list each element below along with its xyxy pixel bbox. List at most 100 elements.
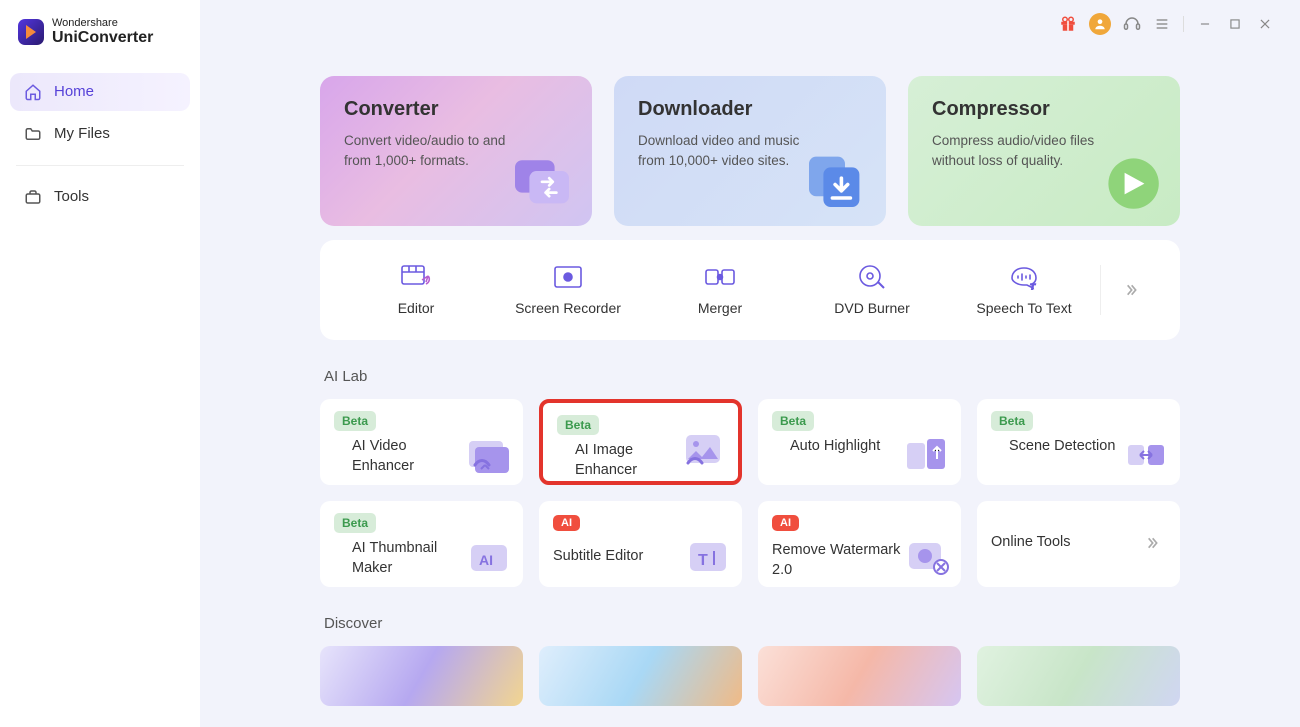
image-enhancer-icon [680,429,728,471]
tile-ai-image-enhancer-label: AI Image Enhancer [557,441,687,480]
discover-grid [320,646,1180,706]
tile-auto-highlight-label: Auto Highlight [772,437,902,457]
tile-remove-watermark-label: Remove Watermark 2.0 [772,541,902,580]
nav-divider [16,165,184,166]
card-compressor-desc: Compress audio/video files without loss … [932,131,1112,172]
merger-icon [704,264,736,290]
tool-screen-recorder[interactable]: Screen Recorder [492,264,644,316]
tile-scene-detection[interactable]: Beta Scene Detection [977,399,1180,485]
card-downloader-desc: Download video and music from 10,000+ vi… [638,131,818,172]
auto-highlight-icon [903,433,951,475]
ailab-grid: Beta AI Video Enhancer Beta AI Image Enh… [320,399,1180,587]
dvd-burner-icon [856,264,888,290]
user-icon[interactable] [1089,13,1111,35]
video-enhancer-icon [465,433,513,475]
card-converter[interactable]: Converter Convert video/audio to and fro… [320,76,592,226]
discover-item-4[interactable] [977,646,1180,706]
titlebar-sep [1183,16,1184,32]
titlebar [210,10,1280,38]
content: Converter Convert video/audio to and fro… [200,0,1300,727]
thumbnail-maker-icon: AI [465,535,513,577]
scene-detection-icon [1122,433,1170,475]
toolbar-more[interactable] [1100,265,1160,315]
logo-icon [18,19,44,45]
tool-dvd-burner[interactable]: DVD Burner [796,264,948,316]
section-discover-title: Discover [324,615,1180,632]
card-downloader[interactable]: Downloader Download video and music from… [614,76,886,226]
compressor-icon [1094,144,1166,216]
beta-badge: Beta [334,411,376,431]
toolbox-icon [24,188,42,206]
tile-ai-thumbnail-maker-label: AI Thumbnail Maker [334,539,464,578]
nav-home[interactable]: Home [10,73,190,111]
svg-text:AI: AI [479,552,493,568]
speech-to-text-icon: T [1008,264,1040,290]
card-converter-desc: Convert video/audio to and from 1,000+ f… [344,131,524,172]
beta-badge: Beta [557,415,599,435]
tile-ai-image-enhancer[interactable]: Beta AI Image Enhancer [539,399,742,485]
converter-icon [506,144,578,216]
tile-ai-thumbnail-maker[interactable]: Beta AI Thumbnail Maker AI [320,501,523,587]
tool-merger-label: Merger [698,300,742,316]
card-converter-title: Converter [344,98,568,121]
brand-top: Wondershare [52,18,153,29]
tile-subtitle-editor-label: Subtitle Editor [553,547,683,567]
tool-merger[interactable]: Merger [644,264,796,316]
maximize-icon[interactable] [1226,15,1244,33]
card-compressor[interactable]: Compressor Compress audio/video files wi… [908,76,1180,226]
beta-badge: Beta [772,411,814,431]
discover-item-1[interactable] [320,646,523,706]
tool-screen-recorder-label: Screen Recorder [515,300,621,316]
remove-watermark-icon [903,535,951,577]
tile-ai-video-enhancer[interactable]: Beta AI Video Enhancer [320,399,523,485]
app-logo: Wondershare UniConverter [10,18,190,65]
brand-bottom: UniConverter [52,29,153,47]
screen-recorder-icon [552,264,584,290]
top-cards: Converter Convert video/audio to and fro… [320,76,1180,226]
downloader-icon [800,144,872,216]
ai-badge: AI [772,515,799,531]
tool-editor[interactable]: Editor [340,264,492,316]
nav-tools[interactable]: Tools [10,178,190,216]
close-icon[interactable] [1256,15,1274,33]
nav: Home My Files Tools [10,73,190,216]
svg-text:T: T [698,552,708,569]
nav-tools-label: Tools [54,188,89,205]
chevron-right-icon [1142,535,1162,551]
section-ailab-title: AI Lab [324,368,1180,385]
gift-icon[interactable] [1059,15,1077,33]
beta-badge: Beta [991,411,1033,431]
discover-item-2[interactable] [539,646,742,706]
sidebar: Wondershare UniConverter Home My Files T… [0,0,200,727]
tool-dvd-burner-label: DVD Burner [834,300,909,316]
tool-speech-to-text[interactable]: T Speech To Text [948,264,1100,316]
tool-speech-to-text-label: Speech To Text [976,300,1071,316]
minimize-icon[interactable] [1196,15,1214,33]
tile-online-tools[interactable]: Online Tools [977,501,1180,587]
subtitle-editor-icon: T [684,535,732,577]
card-compressor-title: Compressor [932,98,1156,121]
tile-ai-video-enhancer-label: AI Video Enhancer [334,437,464,476]
tile-remove-watermark[interactable]: AI Remove Watermark 2.0 [758,501,961,587]
nav-files[interactable]: My Files [10,115,190,153]
nav-files-label: My Files [54,125,110,142]
main: Converter Convert video/audio to and fro… [210,38,1280,706]
support-icon[interactable] [1123,15,1141,33]
beta-badge: Beta [334,513,376,533]
editor-icon [400,264,432,290]
menu-icon[interactable] [1153,15,1171,33]
tile-scene-detection-label: Scene Detection [991,437,1121,457]
nav-home-label: Home [54,83,94,100]
ai-badge: AI [553,515,580,531]
home-icon [24,83,42,101]
tile-subtitle-editor[interactable]: AI Subtitle Editor T [539,501,742,587]
card-downloader-title: Downloader [638,98,862,121]
tool-editor-label: Editor [398,300,435,316]
toolbar: Editor Screen Recorder Merger DVD Burner… [320,240,1180,340]
folder-icon [24,125,42,143]
chevron-right-icon [1121,282,1141,298]
tile-auto-highlight[interactable]: Beta Auto Highlight [758,399,961,485]
tile-online-tools-label: Online Tools [991,533,1121,553]
discover-item-3[interactable] [758,646,961,706]
svg-text:T: T [1030,283,1036,290]
